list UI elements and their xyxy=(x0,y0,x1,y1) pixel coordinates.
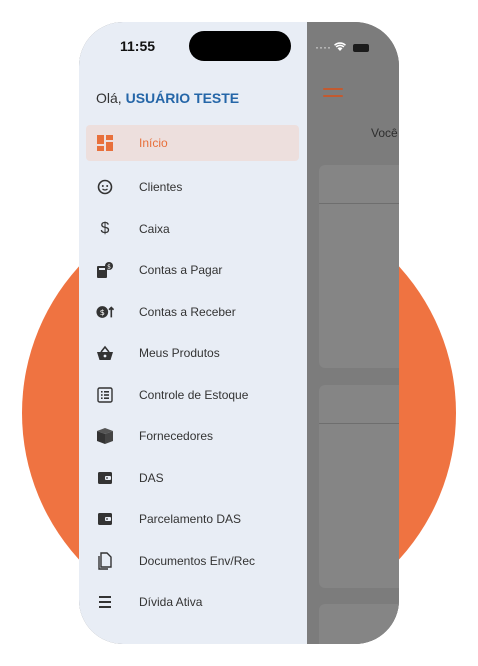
basket-icon xyxy=(96,344,114,362)
menu-item-inicio[interactable]: Início xyxy=(86,125,299,161)
list-icon xyxy=(96,386,114,404)
wallet-icon xyxy=(96,510,114,528)
wifi-icon xyxy=(334,40,349,54)
dollar-icon: $ xyxy=(100,219,110,237)
menu-item-caixa[interactable]: $ Caixa xyxy=(86,208,299,250)
menu-item-meus-produtos[interactable]: Meus Produtos xyxy=(86,333,299,375)
menu-item-label: Contas a Receber xyxy=(139,304,236,319)
menu-item-label: Parcelamento DAS xyxy=(139,512,242,527)
hamburger-menu-icon[interactable] xyxy=(323,88,343,100)
background-app-overlay[interactable]: ···· Você xyxy=(307,22,399,644)
calculator-dollar-icon: $ xyxy=(96,261,114,279)
battery-icon xyxy=(352,43,369,52)
menu-item-fornecedores[interactable]: Fornecedores xyxy=(86,416,299,458)
documents-icon xyxy=(96,552,114,570)
signal-icon: ···· xyxy=(315,40,331,54)
menu-item-das[interactable]: DAS xyxy=(86,457,299,499)
drawer-menu: Início Clientes $ Caixa $ Contas a Pagar xyxy=(86,125,299,623)
background-card xyxy=(319,165,399,368)
status-time: 11:55 xyxy=(120,38,156,54)
menu-item-label: Documentos Env/Rec xyxy=(139,553,256,568)
navigation-drawer: 11:55 Olá, USUÁRIO TESTE Início Clientes… xyxy=(79,22,307,644)
box-icon xyxy=(96,427,114,445)
svg-text:$: $ xyxy=(100,307,105,317)
menu-item-parcelamento-das[interactable]: Parcelamento DAS xyxy=(86,499,299,541)
dynamic-island xyxy=(189,31,291,61)
list-icon xyxy=(96,593,114,611)
wallet-icon xyxy=(96,469,114,487)
menu-item-label: Caixa xyxy=(139,221,170,236)
smiley-face-icon xyxy=(96,178,114,196)
dashboard-icon xyxy=(96,134,114,152)
background-card xyxy=(319,604,399,644)
menu-item-label: Contas a Pagar xyxy=(139,263,223,278)
greeting-prefix: Olá, xyxy=(96,90,122,106)
menu-item-label: Fornecedores xyxy=(139,429,214,444)
menu-item-label: Dívida Ativa xyxy=(139,595,203,610)
user-name: USUÁRIO TESTE xyxy=(125,90,240,106)
user-greeting: Olá, USUÁRIO TESTE xyxy=(96,90,239,106)
menu-item-documentos[interactable]: Documentos Env/Rec xyxy=(86,540,299,582)
status-bar-right: ···· xyxy=(315,40,369,54)
menu-item-label: DAS xyxy=(139,470,164,485)
menu-item-label: Início xyxy=(139,136,168,150)
menu-item-label: Meus Produtos xyxy=(139,346,220,361)
menu-item-label: Clientes xyxy=(139,180,183,195)
phone-frame: ···· Você 11:55 Olá, USUÁRIO TESTE Iníci… xyxy=(79,22,399,644)
menu-item-controle-estoque[interactable]: Controle de Estoque xyxy=(86,374,299,416)
menu-item-clientes[interactable]: Clientes xyxy=(86,167,299,209)
menu-item-contas-receber[interactable]: $ Contas a Receber xyxy=(86,291,299,333)
menu-item-divida-ativa[interactable]: Dívida Ativa xyxy=(86,582,299,624)
dollar-up-arrow-icon: $ xyxy=(96,303,114,321)
background-card xyxy=(319,385,399,588)
svg-text:$: $ xyxy=(107,264,111,271)
menu-item-label: Controle de Estoque xyxy=(139,387,249,402)
background-text: Você xyxy=(371,126,398,140)
menu-item-contas-pagar[interactable]: $ Contas a Pagar xyxy=(86,250,299,292)
